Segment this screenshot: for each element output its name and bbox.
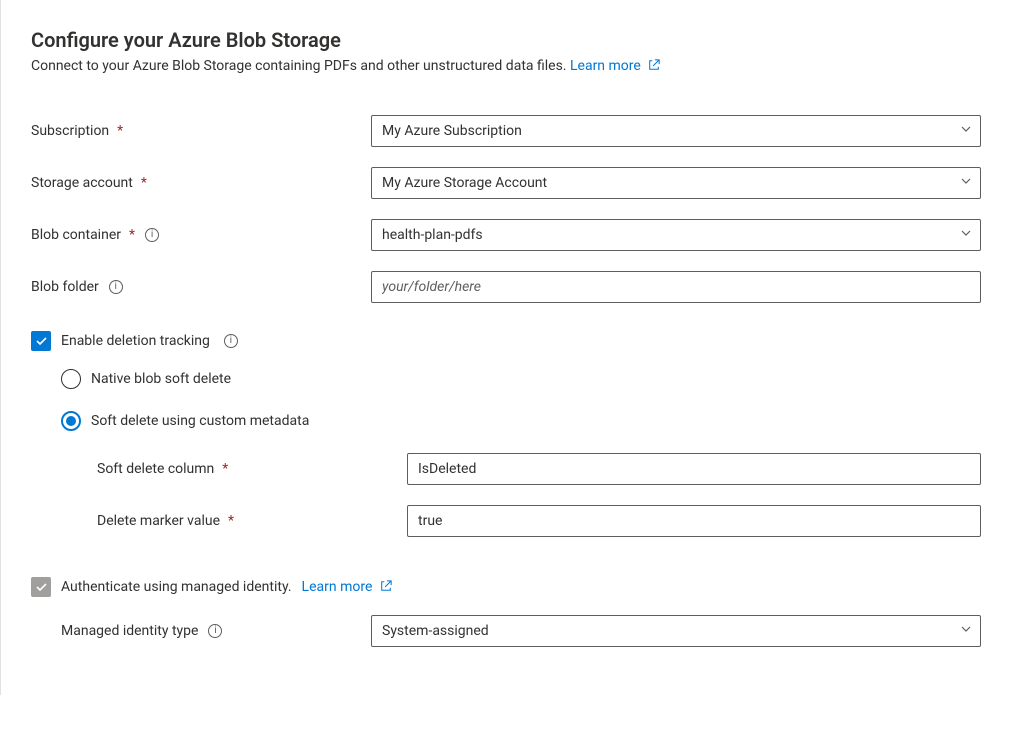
open-new-window-icon: [648, 59, 660, 75]
radio-custom-label: Soft delete using custom metadata: [91, 413, 309, 429]
required-asterisk: *: [129, 227, 135, 243]
blob-container-select[interactable]: health-plan-pdfs: [371, 219, 981, 251]
subscription-select[interactable]: My Azure Subscription: [371, 115, 981, 147]
info-icon[interactable]: i: [208, 624, 222, 638]
auth-managed-identity-checkbox[interactable]: [31, 577, 51, 597]
chevron-down-icon: [960, 123, 972, 139]
chevron-down-icon: [960, 623, 972, 639]
radio-custom-metadata-soft-delete[interactable]: Soft delete using custom metadata: [31, 411, 981, 431]
delete-marker-value-label: Delete marker value*: [97, 513, 407, 529]
auth-managed-identity-label: Authenticate using managed identity.: [61, 579, 292, 595]
subscription-label: Subscription*: [31, 123, 371, 139]
info-icon[interactable]: i: [145, 228, 159, 242]
required-asterisk: *: [117, 123, 123, 139]
managed-identity-type-select[interactable]: System-assigned: [371, 615, 981, 647]
auth-learn-more-link[interactable]: Learn more: [302, 579, 392, 596]
required-asterisk: *: [228, 513, 234, 529]
managed-identity-type-label: Managed identity type i: [61, 623, 371, 639]
blob-container-label: Blob container* i: [31, 227, 371, 243]
info-icon[interactable]: i: [109, 280, 123, 294]
required-asterisk: *: [141, 175, 147, 191]
open-new-window-icon: [380, 580, 392, 596]
page-subtitle: Connect to your Azure Blob Storage conta…: [31, 58, 981, 75]
radio-native-soft-delete[interactable]: Native blob soft delete: [31, 369, 981, 389]
enable-deletion-tracking-label: Enable deletion tracking: [61, 333, 210, 349]
delete-marker-value-input[interactable]: [407, 505, 981, 537]
blob-folder-label: Blob folder i: [31, 279, 371, 295]
storage-account-label: Storage account*: [31, 175, 371, 191]
storage-account-select[interactable]: My Azure Storage Account: [371, 167, 981, 199]
subtitle-text: Connect to your Azure Blob Storage conta…: [31, 58, 567, 74]
radio-icon: [61, 411, 81, 431]
radio-icon: [61, 369, 81, 389]
learn-more-link[interactable]: Learn more: [570, 58, 660, 74]
radio-native-label: Native blob soft delete: [91, 371, 231, 387]
page-title: Configure your Azure Blob Storage: [31, 28, 981, 52]
required-asterisk: *: [222, 461, 228, 477]
enable-deletion-tracking-checkbox[interactable]: [31, 331, 51, 351]
soft-delete-column-input[interactable]: [407, 453, 981, 485]
chevron-down-icon: [960, 175, 972, 191]
chevron-down-icon: [960, 227, 972, 243]
info-icon[interactable]: i: [224, 334, 238, 348]
soft-delete-column-label: Soft delete column*: [97, 461, 407, 477]
blob-folder-input[interactable]: [371, 271, 981, 303]
